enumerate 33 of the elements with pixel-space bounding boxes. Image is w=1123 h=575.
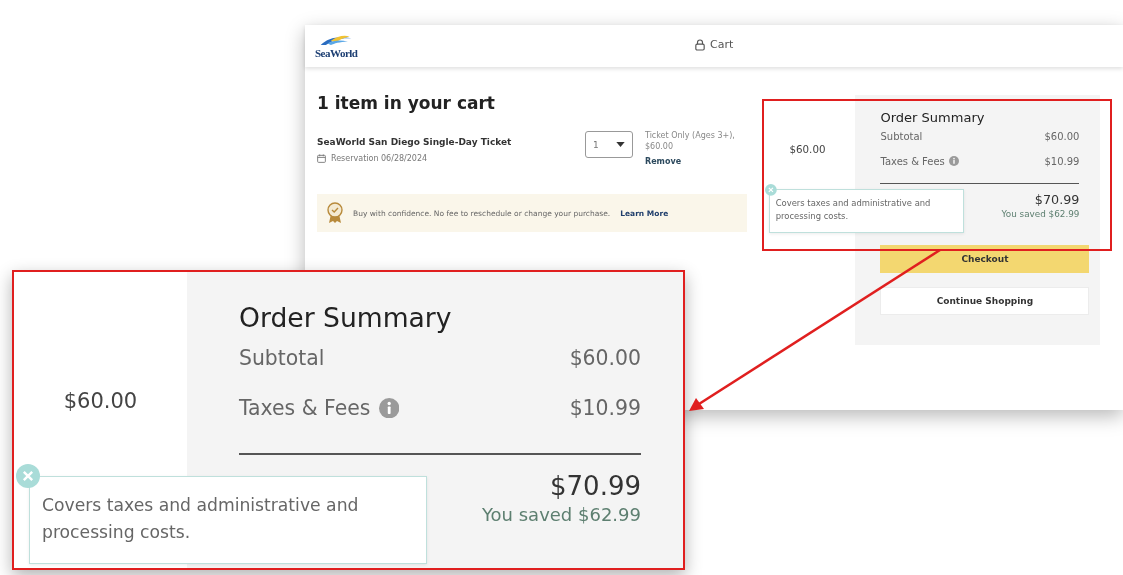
summary-title: Order Summary — [880, 109, 986, 125]
summary-label: Subtotal — [239, 346, 325, 370]
header-title: Cart — [710, 38, 734, 51]
item-price: $60.00 — [789, 143, 826, 156]
summary-value: $60.00 — [1044, 131, 1080, 143]
remove-link[interactable]: Remove — [645, 156, 735, 167]
caret-icon — [616, 142, 625, 147]
summary-title: Order Summary — [239, 302, 453, 333]
lock-icon — [695, 38, 705, 51]
total-amount: $70.99 — [550, 470, 641, 501]
checkout-button[interactable]: Checkout — [880, 244, 1090, 273]
item-price: $60.00 — [63, 388, 138, 413]
medal-icon — [327, 202, 343, 224]
tooltip-text: Covers taxes and administrative and processing costs. — [42, 495, 359, 542]
summary-label: Taxes & Fees — [239, 396, 371, 420]
ticket-name: SeaWorld San Diego Single-Day Ticket — [317, 137, 513, 147]
ticket-price: $60.00 — [645, 141, 674, 152]
summary-label: Taxes & Fees — [880, 155, 945, 167]
logo-text: SeaWorld — [315, 47, 358, 59]
summary-value: $60.00 — [569, 346, 641, 370]
summary-value: $10.99 — [1044, 155, 1080, 167]
quantity-dropdown[interactable]: 1 — [585, 131, 633, 158]
cart-heading: 1 item in your cart — [317, 93, 496, 113]
total-amount: $70.99 — [1034, 192, 1080, 208]
calendar-icon — [317, 154, 326, 163]
savings-text: You saved $62.99 — [1001, 208, 1080, 219]
reservation-date: Reservation 06/28/2024 — [331, 154, 428, 163]
continue-shopping-button[interactable]: Continue Shopping — [880, 286, 1090, 315]
tooltip-text: Covers taxes and administrative and processing costs. — [775, 198, 931, 222]
savings-text: You saved $62.99 — [482, 504, 641, 526]
summary-value: $10.99 — [569, 396, 641, 420]
summary-label: Subtotal — [880, 131, 923, 143]
ticket-type: Ticket Only (Ages 3+), — [645, 130, 735, 141]
